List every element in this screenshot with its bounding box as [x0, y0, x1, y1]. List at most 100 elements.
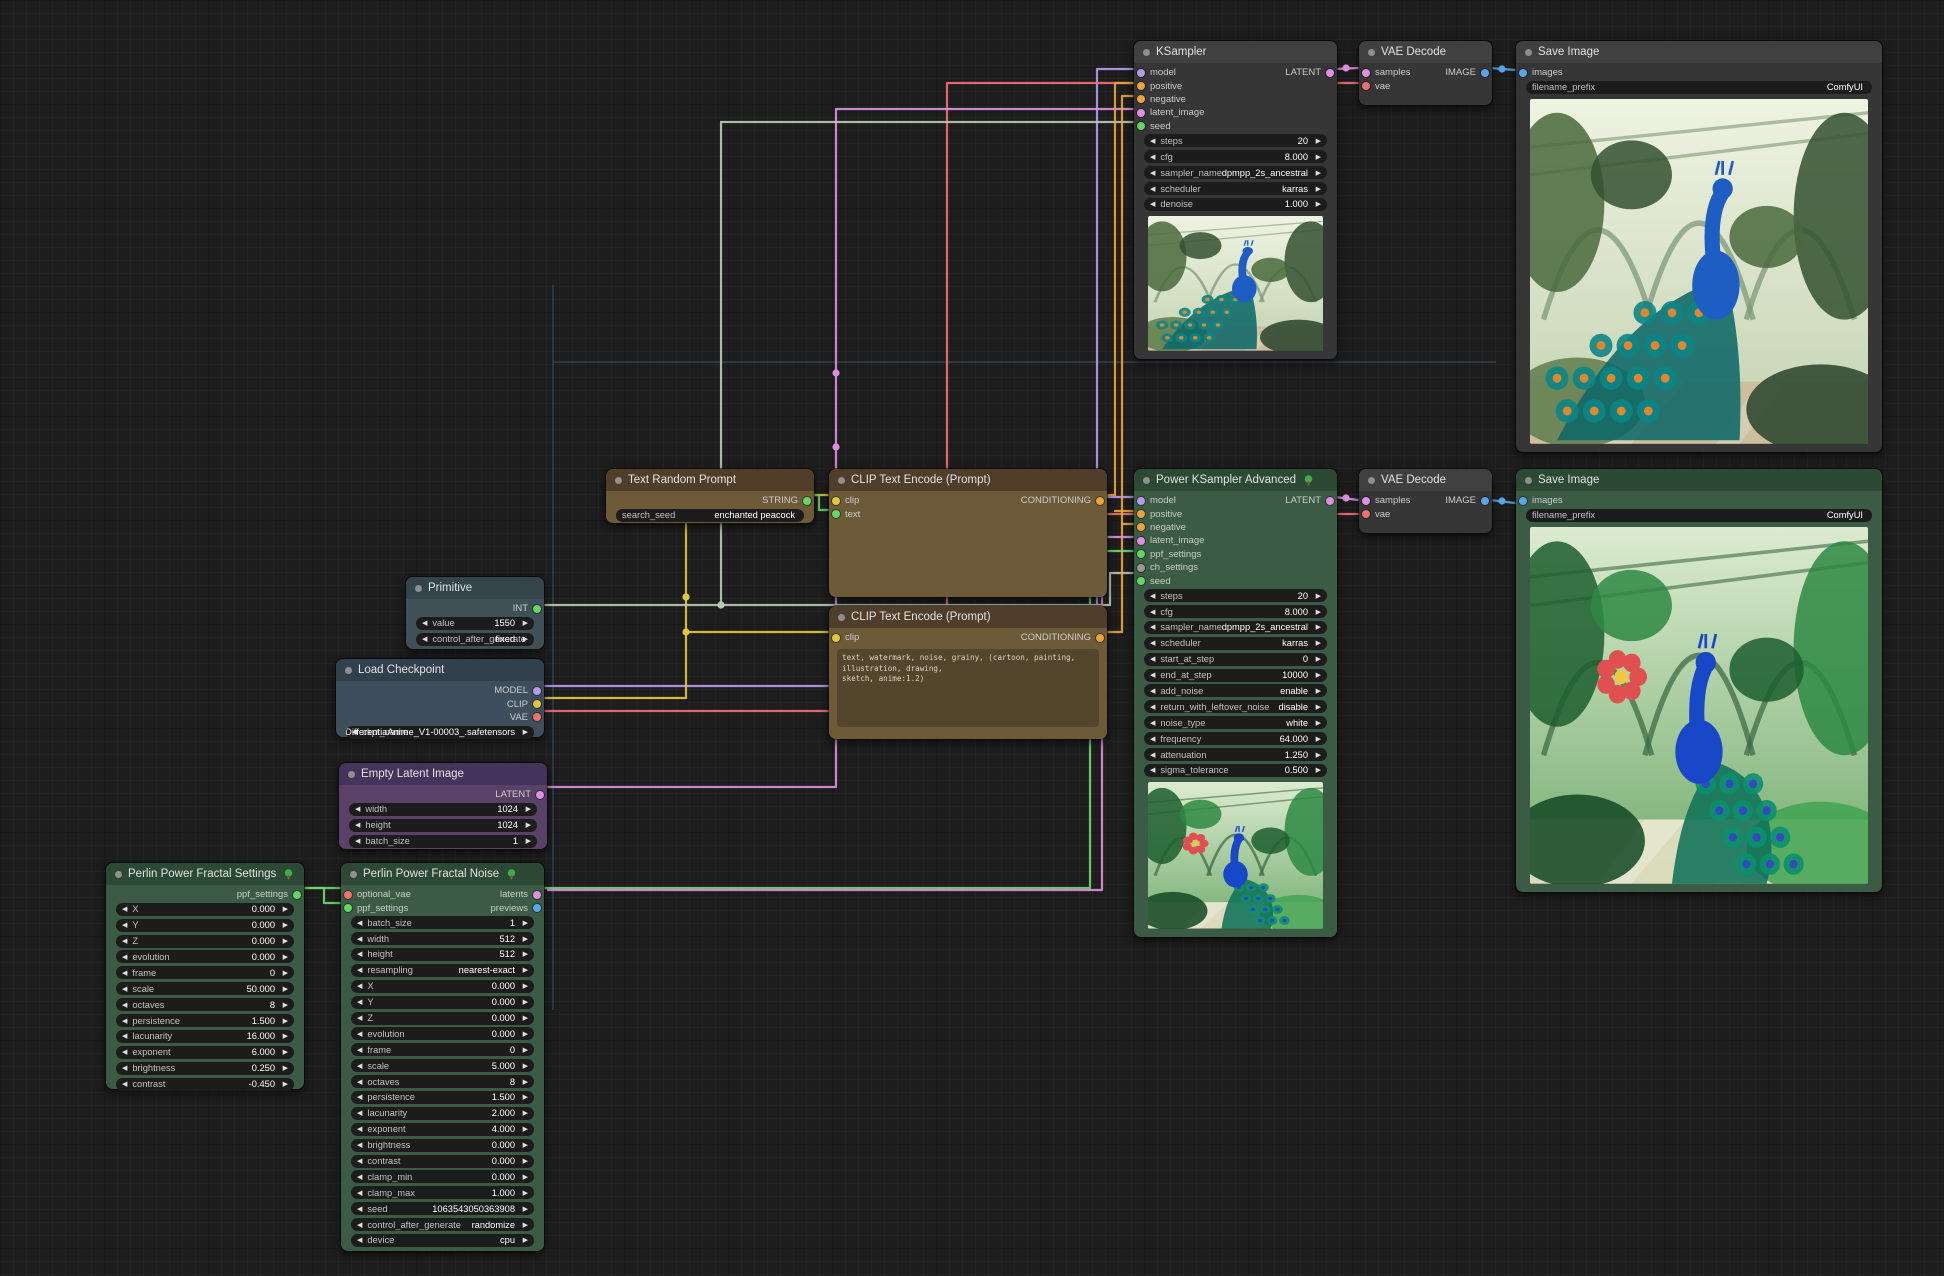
decrement-arrow-icon[interactable]: ◀	[1150, 719, 1155, 727]
decrement-arrow-icon[interactable]: ◀	[122, 905, 127, 913]
widget-batch_size[interactable]: ◀ batch_size 1 ▶	[351, 916, 534, 929]
widget-sampler_name[interactable]: ◀ sampler_name dpmpp_2s_ancestral ▶	[1144, 621, 1327, 634]
increment-arrow-icon[interactable]: ▶	[283, 921, 288, 929]
output-port-previews[interactable]: previews	[491, 903, 542, 914]
input-port-latent_image[interactable]: latent_image	[1137, 107, 1204, 118]
collapse-dot-icon[interactable]	[115, 871, 122, 878]
increment-arrow-icon[interactable]: ▶	[523, 1109, 528, 1117]
decrement-arrow-icon[interactable]: ◀	[122, 985, 127, 993]
widget-noise_type[interactable]: ◀ noise_type white ▶	[1144, 716, 1327, 729]
increment-arrow-icon[interactable]: ▶	[523, 950, 528, 958]
widget-Z[interactable]: ◀ Z 0.000 ▶	[116, 935, 294, 948]
input-port-model[interactable]: model	[1137, 495, 1176, 506]
node-text-random-prompt[interactable]: Text Random Prompt STRING search_seed en…	[605, 468, 815, 524]
decrement-arrow-icon[interactable]: ◀	[422, 635, 427, 643]
widget-cfg[interactable]: ◀ cfg 8.000 ▶	[1144, 150, 1327, 163]
node-empty-latent-image[interactable]: Empty Latent Image LATENT ◀ width 1024 ▶…	[338, 762, 548, 850]
widget-search_seed[interactable]: search_seed enchanted peacock	[616, 509, 804, 522]
input-port-samples[interactable]: samples	[1362, 495, 1410, 506]
collapse-dot-icon[interactable]	[1368, 49, 1375, 56]
increment-arrow-icon[interactable]: ▶	[526, 805, 531, 813]
input-port-ch_settings[interactable]: ch_settings	[1137, 562, 1198, 573]
output-port-CONDITIONING[interactable]: CONDITIONING	[1021, 495, 1104, 506]
decrement-arrow-icon[interactable]: ◀	[357, 1109, 362, 1117]
widget-scale[interactable]: ◀ scale 50.000 ▶	[116, 982, 294, 995]
input-port-negative[interactable]: negative	[1137, 94, 1186, 105]
widget-control_after_generate[interactable]: ◀ control_after_generate randomize ▶	[351, 1218, 534, 1231]
output-port-CLIP[interactable]: CLIP	[507, 699, 541, 710]
input-port-positive[interactable]: positive	[1137, 81, 1182, 92]
collapse-dot-icon[interactable]	[1143, 49, 1150, 56]
widget-clamp_max[interactable]: ◀ clamp_max 1.000 ▶	[351, 1186, 534, 1199]
widget-height[interactable]: ◀ height 1024 ▶	[349, 819, 537, 832]
increment-arrow-icon[interactable]: ▶	[1316, 153, 1321, 161]
widget-persistence[interactable]: ◀ persistence 1.500 ▶	[351, 1091, 534, 1104]
collapse-dot-icon[interactable]	[1143, 477, 1150, 484]
widget-frequency[interactable]: ◀ frequency 64.000 ▶	[1144, 732, 1327, 745]
increment-arrow-icon[interactable]: ▶	[523, 1062, 528, 1070]
decrement-arrow-icon[interactable]: ◀	[122, 969, 127, 977]
widget-X[interactable]: ◀ X 0.000 ▶	[351, 980, 534, 993]
increment-arrow-icon[interactable]: ▶	[283, 1064, 288, 1072]
node-save-image-1[interactable]: Save Image images filename_prefix ComfyU…	[1515, 40, 1883, 453]
input-port-samples[interactable]: samples	[1362, 67, 1410, 78]
decrement-arrow-icon[interactable]: ◀	[1150, 185, 1155, 193]
decrement-arrow-icon[interactable]: ◀	[355, 821, 360, 829]
input-port-optional_vae[interactable]: optional_vae	[344, 889, 411, 900]
increment-arrow-icon[interactable]: ▶	[523, 966, 528, 974]
increment-arrow-icon[interactable]: ▶	[523, 1030, 528, 1038]
increment-arrow-icon[interactable]: ▶	[1316, 623, 1321, 631]
widget-return_with_leftover_noise[interactable]: ◀ return_with_leftover_noise disable ▶	[1144, 700, 1327, 713]
widget-add_noise[interactable]: ◀ add_noise enable ▶	[1144, 684, 1327, 697]
decrement-arrow-icon[interactable]: ◀	[357, 1078, 362, 1086]
input-port-negative[interactable]: negative	[1137, 522, 1186, 533]
increment-arrow-icon[interactable]: ▶	[523, 1189, 528, 1197]
input-port-vae[interactable]: vae	[1362, 81, 1390, 92]
output-port-CONDITIONING[interactable]: CONDITIONING	[1021, 632, 1104, 643]
input-port-latent_image[interactable]: latent_image	[1137, 535, 1204, 546]
node-header[interactable]: Perlin Power Fractal Noise	[341, 863, 544, 885]
input-port-seed[interactable]: seed	[1137, 121, 1171, 132]
decrement-arrow-icon[interactable]: ◀	[122, 1001, 127, 1009]
widget-contrast[interactable]: ◀ contrast -0.450 ▶	[116, 1078, 294, 1091]
widget-exponent[interactable]: ◀ exponent 4.000 ▶	[351, 1123, 534, 1136]
increment-arrow-icon[interactable]: ▶	[283, 1001, 288, 1009]
decrement-arrow-icon[interactable]: ◀	[357, 1093, 362, 1101]
decrement-arrow-icon[interactable]: ◀	[357, 1221, 362, 1229]
increment-arrow-icon[interactable]: ▶	[523, 619, 528, 627]
decrement-arrow-icon[interactable]: ◀	[1150, 153, 1155, 161]
increment-arrow-icon[interactable]: ▶	[283, 905, 288, 913]
node-header[interactable]: Save Image	[1516, 469, 1882, 491]
node-header[interactable]: Save Image	[1516, 41, 1882, 63]
input-port-images[interactable]: images	[1519, 67, 1563, 78]
widget-sigma_tolerance[interactable]: ◀ sigma_tolerance 0.500 ▶	[1144, 764, 1327, 777]
decrement-arrow-icon[interactable]: ◀	[1150, 687, 1155, 695]
decrement-arrow-icon[interactable]: ◀	[1150, 655, 1155, 663]
increment-arrow-icon[interactable]: ▶	[283, 937, 288, 945]
increment-arrow-icon[interactable]: ▶	[523, 635, 528, 643]
widget-cfg[interactable]: ◀ cfg 8.000 ▶	[1144, 605, 1327, 618]
increment-arrow-icon[interactable]: ▶	[523, 1014, 528, 1022]
decrement-arrow-icon[interactable]: ◀	[1150, 200, 1155, 208]
input-port-clip[interactable]: clip	[832, 632, 859, 643]
decrement-arrow-icon[interactable]: ◀	[1150, 169, 1155, 177]
input-port-text[interactable]: text	[832, 509, 860, 520]
widget-brightness[interactable]: ◀ brightness 0.000 ▶	[351, 1139, 534, 1152]
node-vae-decode-2[interactable]: VAE Decode samplesIMAGEvae	[1358, 468, 1493, 534]
widget-evolution[interactable]: ◀ evolution 0.000 ▶	[351, 1027, 534, 1040]
widget-persistence[interactable]: ◀ persistence 1.500 ▶	[116, 1014, 294, 1027]
decrement-arrow-icon[interactable]: ◀	[357, 982, 362, 990]
decrement-arrow-icon[interactable]: ◀	[357, 950, 362, 958]
widget-octaves[interactable]: ◀ octaves 8 ▶	[351, 1075, 534, 1088]
collapse-dot-icon[interactable]	[345, 667, 352, 674]
input-port-clip[interactable]: clip	[832, 495, 859, 506]
output-port-LATENT[interactable]: LATENT	[1285, 495, 1334, 506]
widget-Y[interactable]: ◀ Y 0.000 ▶	[351, 996, 534, 1009]
widget-end_at_step[interactable]: ◀ end_at_step 10000 ▶	[1144, 669, 1327, 682]
increment-arrow-icon[interactable]: ▶	[523, 1046, 528, 1054]
output-port-latents[interactable]: latents	[500, 889, 541, 900]
collapse-dot-icon[interactable]	[348, 771, 355, 778]
output-port-MODEL[interactable]: MODEL	[494, 685, 541, 696]
widget-lacunarity[interactable]: ◀ lacunarity 2.000 ▶	[351, 1107, 534, 1120]
node-header[interactable]: Text Random Prompt	[606, 469, 814, 491]
